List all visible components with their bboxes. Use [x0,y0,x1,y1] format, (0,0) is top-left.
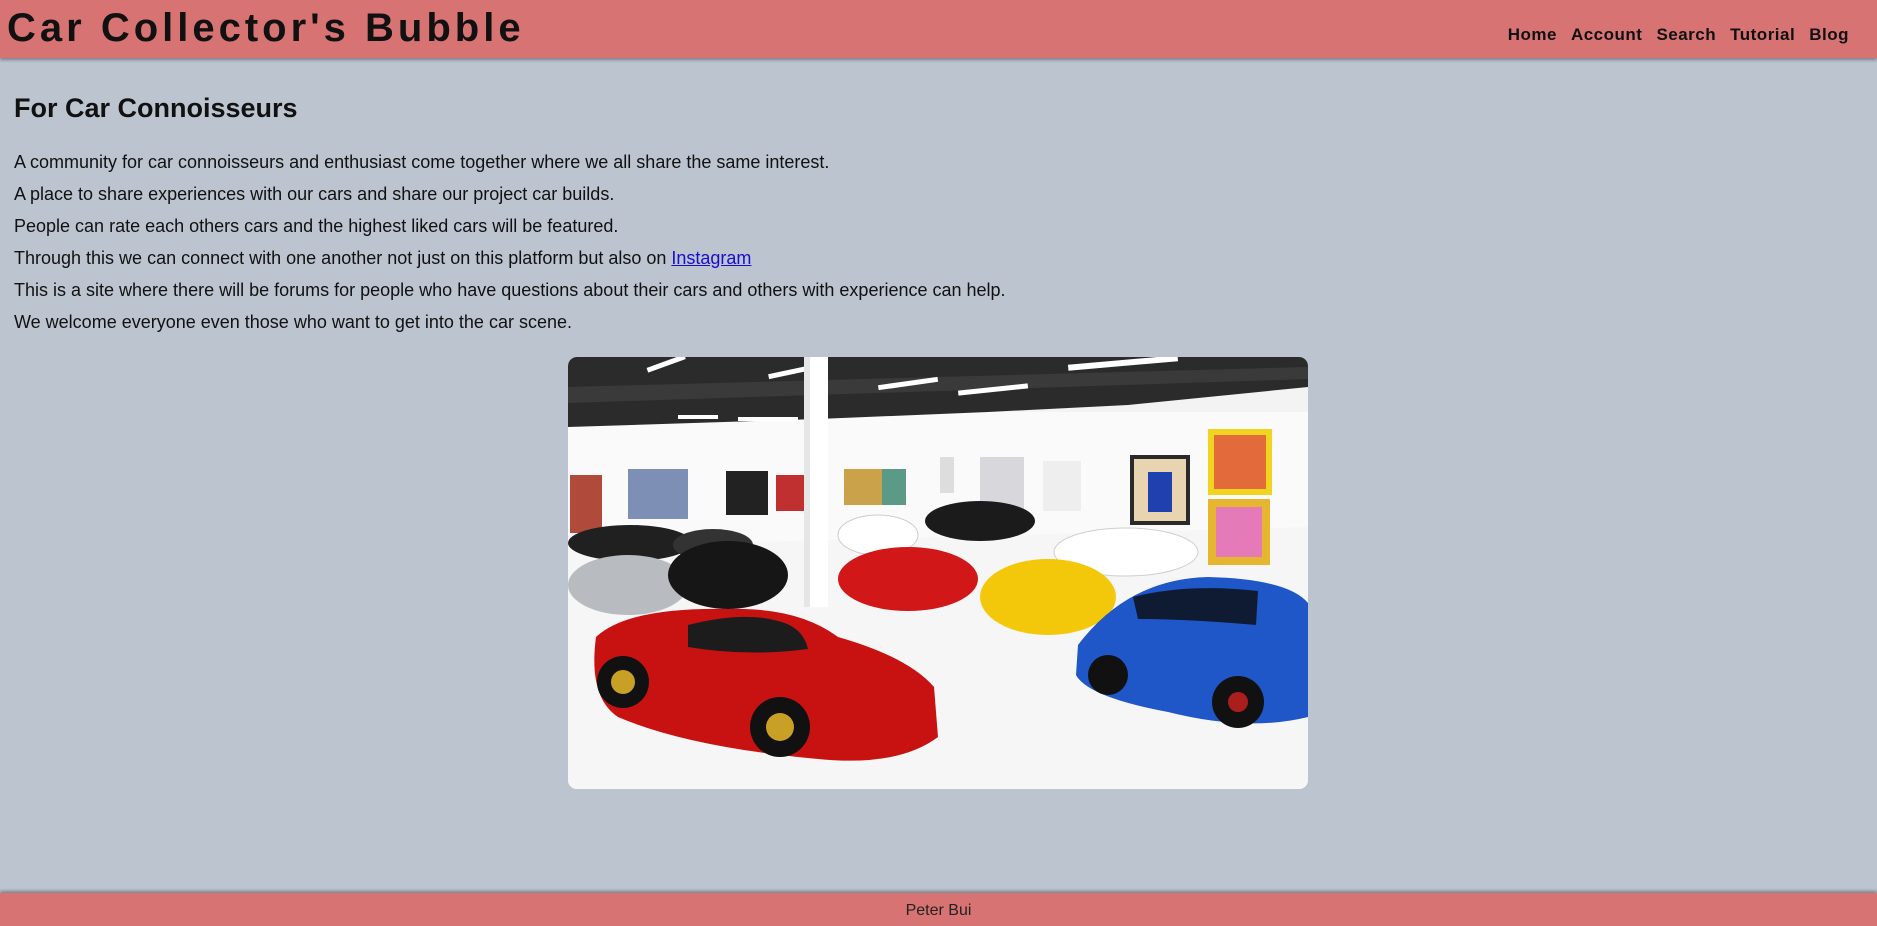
nav-search-link[interactable]: Search [1656,25,1716,45]
instagram-link[interactable]: Instagram [671,248,751,268]
nav-account-link[interactable]: Account [1571,25,1643,45]
intro-paragraph-4: Through this we can connect with one ano… [14,242,1854,274]
intro-paragraph-4-text: Through this we can connect with one ano… [14,248,672,268]
site-title: Car Collector's Bubble [7,6,525,50]
main-nav: Home Account Search Tutorial Blog [1508,25,1849,45]
nav-blog-link[interactable]: Blog [1809,25,1849,45]
intro-paragraph-3: People can rate each others cars and the… [14,216,619,236]
car-showroom-photo-icon [568,357,1308,789]
page-heading: For Car Connoisseurs [14,93,298,123]
intro-paragraph-2: A place to share experiences with our ca… [14,184,615,204]
site-header: Car Collector's Bubble Home Account Sear… [0,0,1877,58]
footer-author: Peter Bui [905,902,972,919]
nav-home-link[interactable]: Home [1508,25,1557,45]
main-content: For Car Connoisseurs A community for car… [14,88,1854,338]
intro-paragraph-1: A community for car connoisseurs and ent… [14,152,830,172]
intro-paragraph-6: We welcome everyone even those who want … [14,312,572,332]
car-showroom-image [568,357,1308,789]
site-footer: Peter Bui [0,893,1877,926]
nav-tutorial-link[interactable]: Tutorial [1730,25,1795,45]
intro-paragraph-5: This is a site where there will be forum… [14,280,1006,300]
